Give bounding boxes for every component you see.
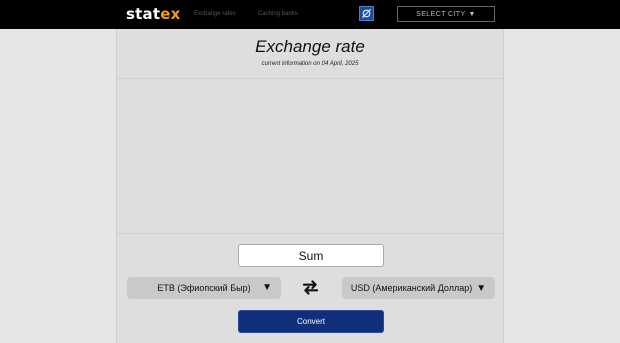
nav-link-cashing-banks[interactable]: Cashing banks [258, 10, 298, 18]
from-currency-label: ETB (Эфиопский Быр) [157, 283, 251, 293]
divider [117, 78, 503, 79]
page-subtitle: current information on 04 April, 2025 [261, 61, 359, 67]
select-city-label: SELECT CITY [416, 10, 466, 18]
chevron-down-icon: ▼ [262, 282, 272, 293]
statex-logo[interactable]: statex [126, 5, 180, 23]
divider [117, 233, 503, 234]
header-swap-button[interactable] [359, 6, 374, 21]
chevron-down-icon: ▼ [468, 10, 476, 18]
to-currency-label: USD (Американский Доллар) [350, 283, 473, 293]
swap-circle-icon [362, 9, 371, 18]
logo-part-ex: ex [160, 5, 181, 23]
to-currency-select[interactable]: USD (Американский Доллар) ▼ [342, 277, 495, 299]
swap-arrows-icon[interactable] [302, 279, 319, 296]
select-city-button[interactable]: SELECT CITY ▼ [397, 6, 495, 22]
sum-input[interactable] [238, 244, 384, 267]
chevron-down-icon: ▼ [476, 282, 487, 294]
nav-link-exchange-rates[interactable]: Exchange rates [194, 10, 236, 18]
convert-button[interactable]: Convert [238, 310, 384, 333]
logo-part-stat: stat [126, 5, 161, 23]
top-navigation-bar: statex Exchange rates Cashing banks SELE… [0, 0, 620, 29]
from-currency-select[interactable]: ETB (Эфиопский Быр) ▼ [127, 277, 281, 299]
page-title: Exchange rate [255, 37, 365, 56]
exchange-rate-panel: Exchange rate current information on 04 … [116, 29, 504, 343]
